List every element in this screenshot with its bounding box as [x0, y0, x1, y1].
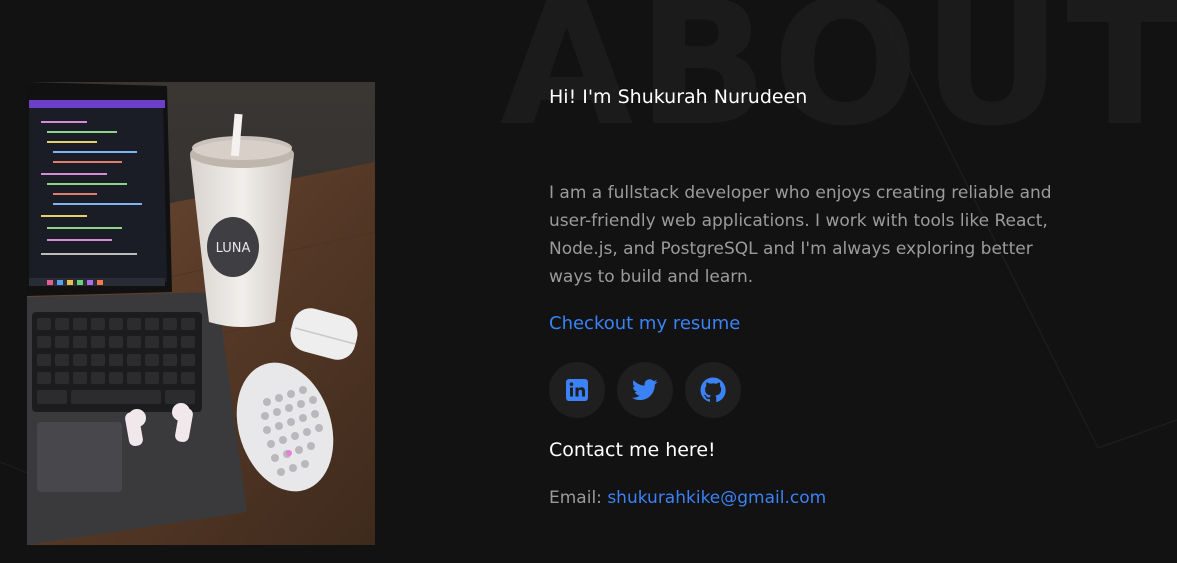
resume-link[interactable]: Checkout my resume — [549, 313, 740, 334]
contact-heading: Contact me here! — [549, 439, 716, 461]
about-section: ABOUT LUNA Hi! I'm Shukurah Nurudeen I a… — [0, 0, 1177, 563]
email-link[interactable]: shukurahkike@gmail.com — [607, 488, 826, 508]
email-label: Email: — [549, 488, 602, 508]
email-row: Email: shukurahkike@gmail.com — [549, 488, 826, 508]
social-links — [549, 362, 741, 418]
bio-text: I am a fullstack developer who enjoys cr… — [549, 183, 1052, 287]
cup-brand-text: LUNA — [216, 241, 251, 256]
linkedin-icon — [566, 379, 588, 401]
github-icon — [700, 377, 726, 403]
twitter-icon — [632, 379, 658, 401]
profile-photo: LUNA — [27, 82, 375, 545]
about-watermark: ABOUT — [500, 0, 1177, 164]
linkedin-button[interactable] — [549, 362, 605, 418]
greeting-heading: Hi! I'm Shukurah Nurudeen — [549, 86, 808, 108]
twitter-button[interactable] — [617, 362, 673, 418]
github-button[interactable] — [685, 362, 741, 418]
